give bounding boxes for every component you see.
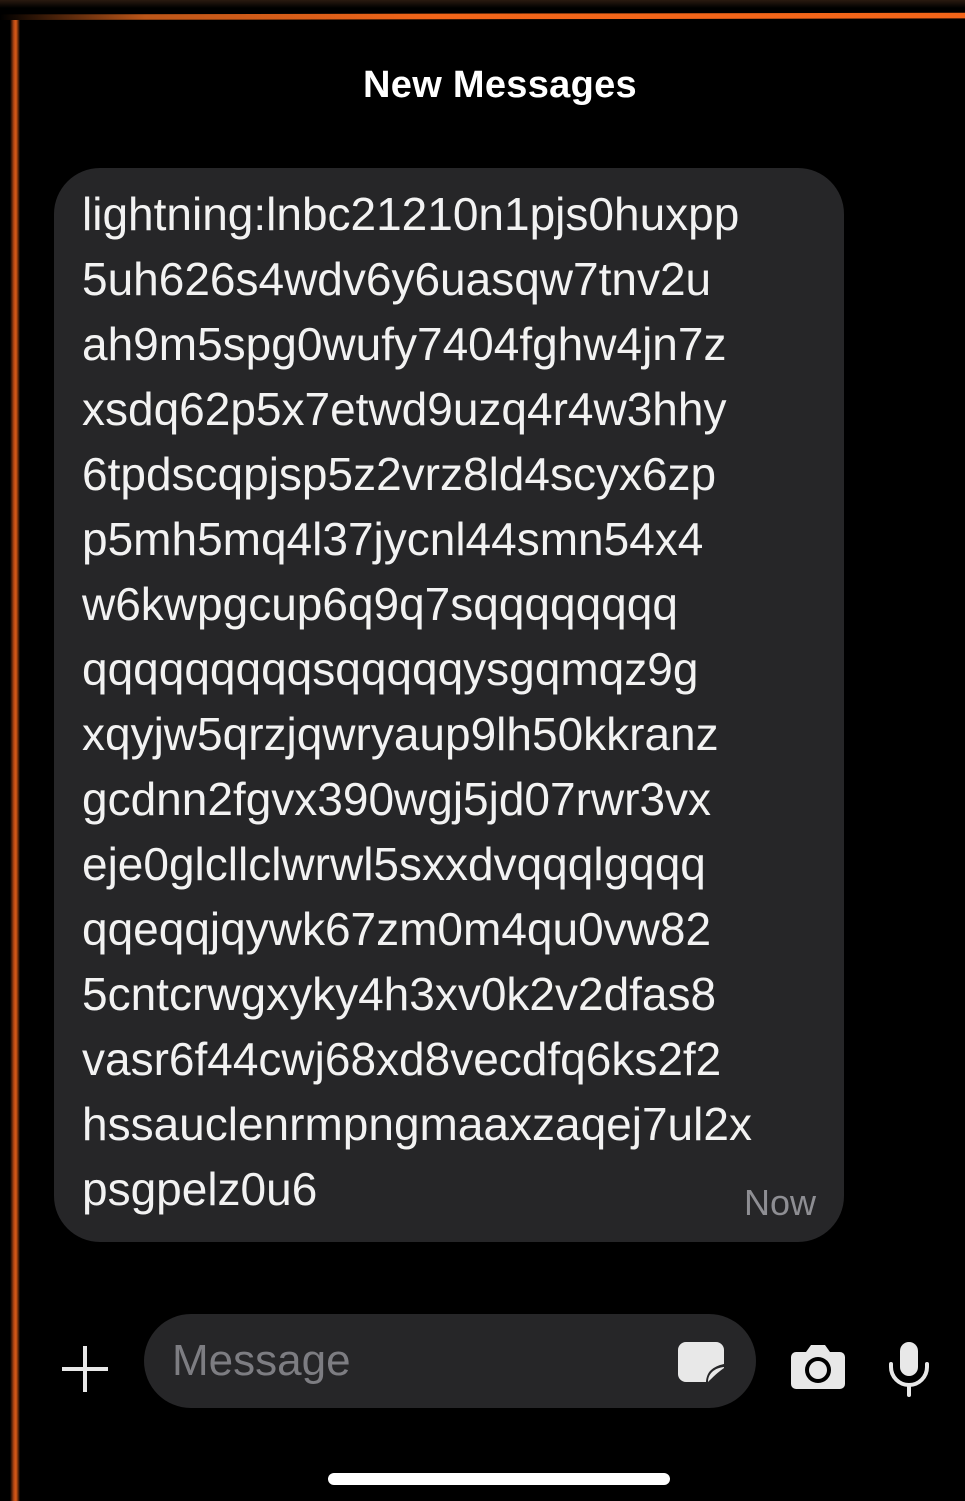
message-bubble[interactable]: lightning:lnbc21210n1pjs0huxpp 5uh626s4w… [54, 168, 844, 1242]
plus-icon[interactable] [58, 1342, 112, 1396]
message-input[interactable] [144, 1314, 756, 1408]
compose-bar [0, 1312, 965, 1412]
home-indicator[interactable] [328, 1473, 670, 1485]
page-title: New Messages [363, 64, 637, 106]
orange-frame-top [0, 0, 965, 30]
camera-icon[interactable] [790, 1342, 846, 1390]
orange-frame-left [10, 20, 20, 1501]
sticker-icon[interactable] [678, 1340, 726, 1384]
microphone-icon[interactable] [886, 1340, 932, 1398]
message-text: lightning:lnbc21210n1pjs0huxpp 5uh626s4w… [82, 188, 752, 1215]
orange-frame-line [0, 12, 965, 20]
message-timestamp: Now [743, 1182, 816, 1223]
